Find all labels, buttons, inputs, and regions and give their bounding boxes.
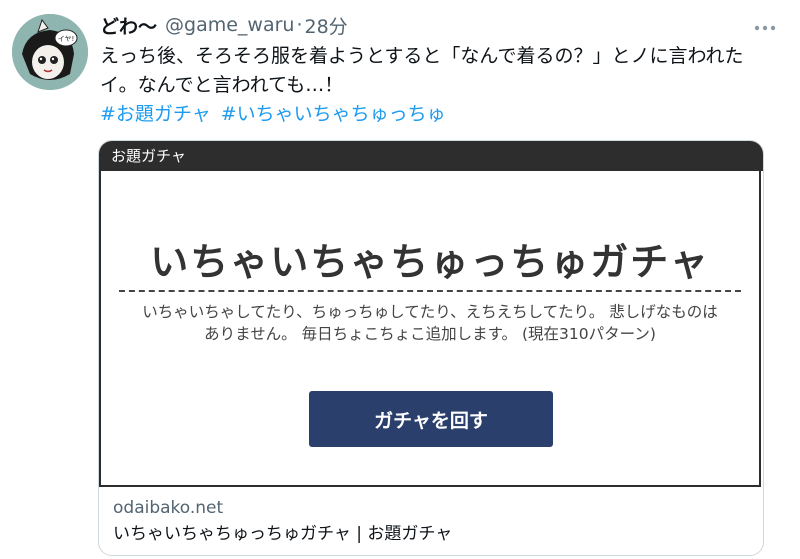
user-handle[interactable]: @game_waru (165, 14, 294, 36)
card-header-bar: お題ガチャ (99, 141, 763, 171)
description-line: いちゃいちゃしてたり、ちゅっちゅしてたり、えちえちしてたり。 悲しげなものは (142, 303, 718, 321)
timestamp[interactable]: 28分 (305, 12, 348, 39)
card-link-title[interactable]: いちゃいちゃちゅっちゅガチャ | お題ガチャ (113, 520, 749, 548)
dashed-divider (119, 290, 741, 292)
hashtag-link[interactable]: #お題ガチャ (100, 103, 211, 125)
card-footer: odaibako.net いちゃいちゃちゅっちゅガチャ | お題ガチャ (99, 488, 763, 555)
more-dots-icon (754, 25, 776, 31)
display-name[interactable]: どわ〜 (100, 12, 157, 39)
avatar[interactable]: イヤ! (12, 14, 88, 90)
avatar-illustration: イヤ! (12, 14, 88, 90)
tweet-header: どわ〜 @game_waru · 28分 (100, 10, 780, 40)
card-preview: いちゃいちゃちゅっちゅガチャ いちゃいちゃしてたり、ちゅっちゅしてたり、えちえち… (99, 171, 761, 487)
avatar-bubble-text: イヤ! (58, 35, 75, 43)
spin-gacha-button[interactable]: ガチャを回す (309, 391, 553, 447)
card-domain: odaibako.net (113, 498, 224, 518)
tweet-text: えっち後、そろそろ服を着ようとすると「なんで着るの？」とノに言われたイ。なんでと… (100, 45, 744, 96)
hashtag-link[interactable]: #いちゃいちゃちゅっちゅ (221, 103, 446, 125)
gacha-description: いちゃいちゃしてたり、ちゅっちゅしてたり、えちえちしてたり。 悲しげなものは あ… (121, 301, 739, 345)
description-line: ありません。 毎日ちょこちょこ追加します。 (現在310パターン) (204, 325, 656, 343)
gacha-title: いちゃいちゃちゅっちゅガチャ (150, 240, 710, 284)
link-card[interactable]: お題ガチャ いちゃいちゃちゅっちゅガチャ いちゃいちゃしてたり、ちゅっちゅしてた… (98, 140, 764, 556)
hashtag-row: #お題ガチャ #いちゃいちゃちゅっちゅ (100, 100, 456, 129)
more-icon[interactable] (754, 12, 776, 36)
separator-dot: · (296, 14, 303, 36)
